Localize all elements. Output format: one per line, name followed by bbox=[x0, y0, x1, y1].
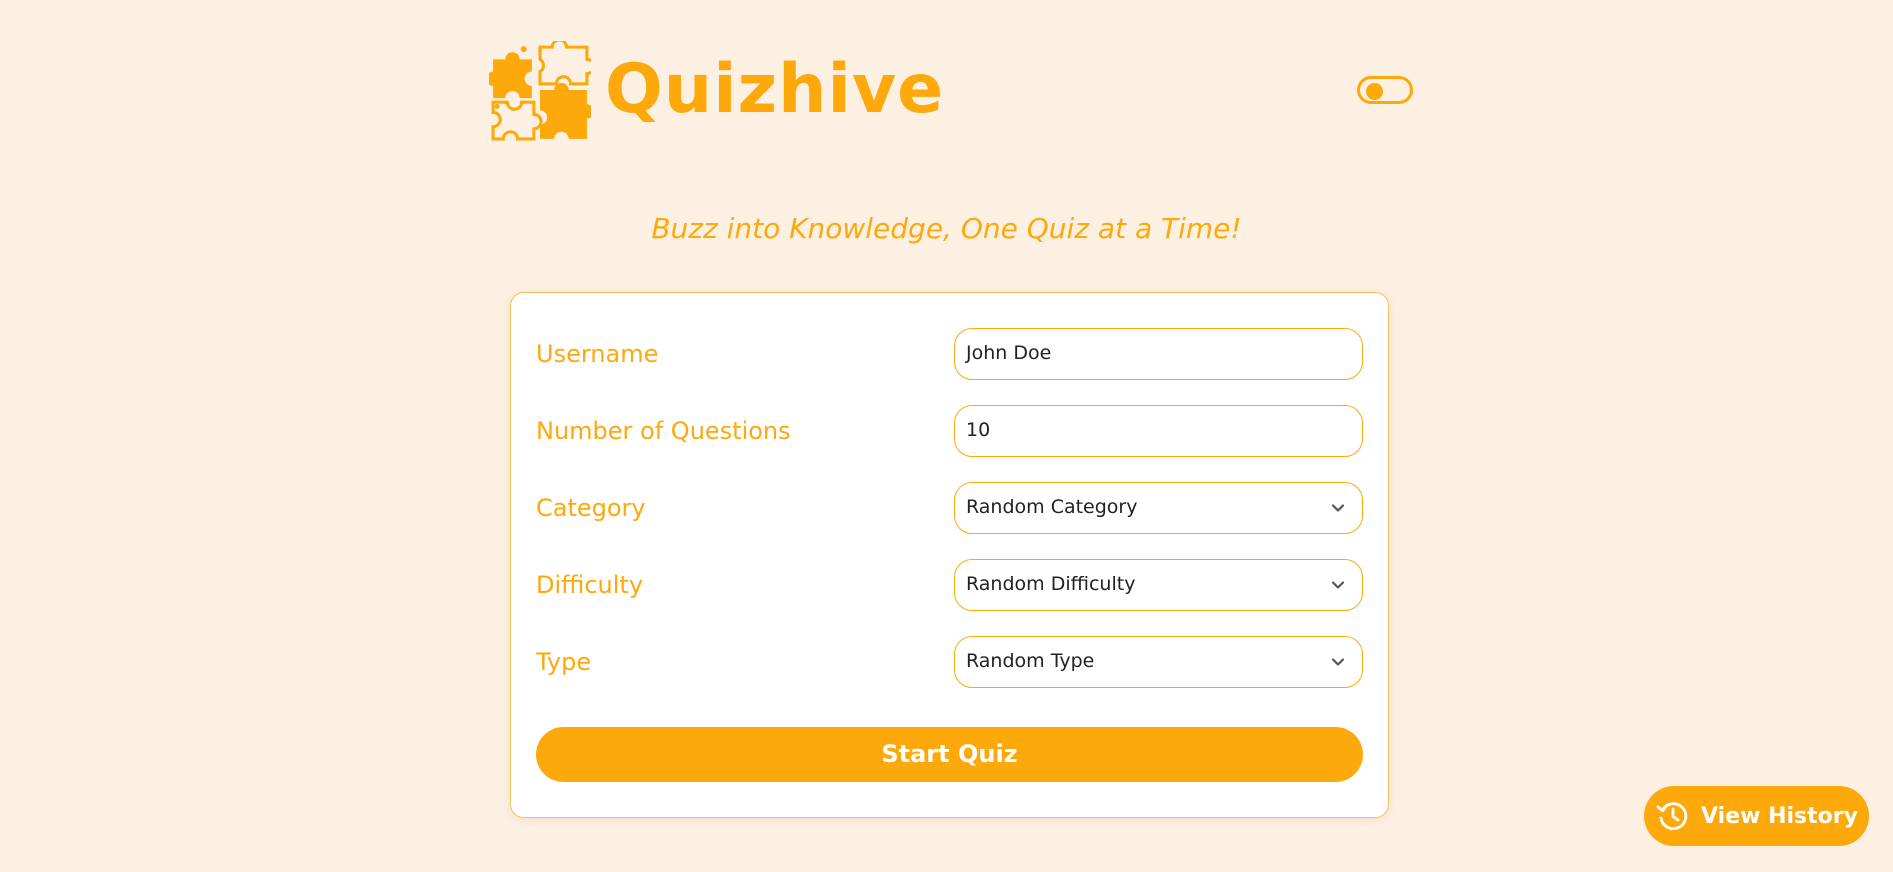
quiz-setup-page: Quizhive Buzz into Knowledge, One Quiz a… bbox=[0, 0, 1893, 872]
history-clock-icon bbox=[1656, 802, 1688, 831]
num-questions-input[interactable]: 10 bbox=[954, 405, 1363, 457]
chevron-down-icon bbox=[1331, 504, 1345, 512]
category-row: Category Random Category bbox=[536, 482, 1363, 534]
category-select[interactable]: Random Category bbox=[954, 482, 1363, 534]
username-label: Username bbox=[536, 340, 659, 368]
quiz-settings-card: Username John Doe Number of Questions 10… bbox=[510, 292, 1389, 818]
tagline: Buzz into Knowledge, One Quiz at a Time! bbox=[651, 212, 1242, 245]
difficulty-row: Difficulty Random Difficulty bbox=[536, 559, 1363, 611]
chevron-down-icon bbox=[1331, 658, 1345, 666]
username-row: Username John Doe bbox=[536, 328, 1363, 380]
difficulty-value: Random Difficulty bbox=[966, 573, 1136, 595]
username-input[interactable]: John Doe bbox=[954, 328, 1363, 380]
difficulty-label: Difficulty bbox=[536, 571, 644, 599]
theme-toggle[interactable] bbox=[1357, 76, 1413, 104]
category-value: Random Category bbox=[966, 496, 1138, 518]
toggle-knob bbox=[1366, 83, 1383, 100]
difficulty-select[interactable]: Random Difficulty bbox=[954, 559, 1363, 611]
view-history-label: View History bbox=[1701, 803, 1858, 829]
app-name: Quizhive bbox=[605, 50, 945, 129]
type-label: Type bbox=[536, 648, 592, 676]
header: Quizhive bbox=[489, 40, 1417, 144]
category-label: Category bbox=[536, 494, 646, 522]
chevron-down-icon bbox=[1331, 581, 1345, 589]
type-value: Random Type bbox=[966, 650, 1095, 672]
logo: Quizhive bbox=[489, 40, 944, 144]
num-questions-row: Number of Questions 10 bbox=[536, 405, 1363, 457]
type-select[interactable]: Random Type bbox=[954, 636, 1363, 688]
num-questions-label: Number of Questions bbox=[536, 417, 791, 445]
puzzle-pieces-icon bbox=[489, 41, 591, 141]
type-row: Type Random Type bbox=[536, 636, 1363, 688]
start-quiz-button[interactable]: Start Quiz bbox=[536, 727, 1363, 782]
view-history-button[interactable]: View History bbox=[1644, 786, 1869, 846]
